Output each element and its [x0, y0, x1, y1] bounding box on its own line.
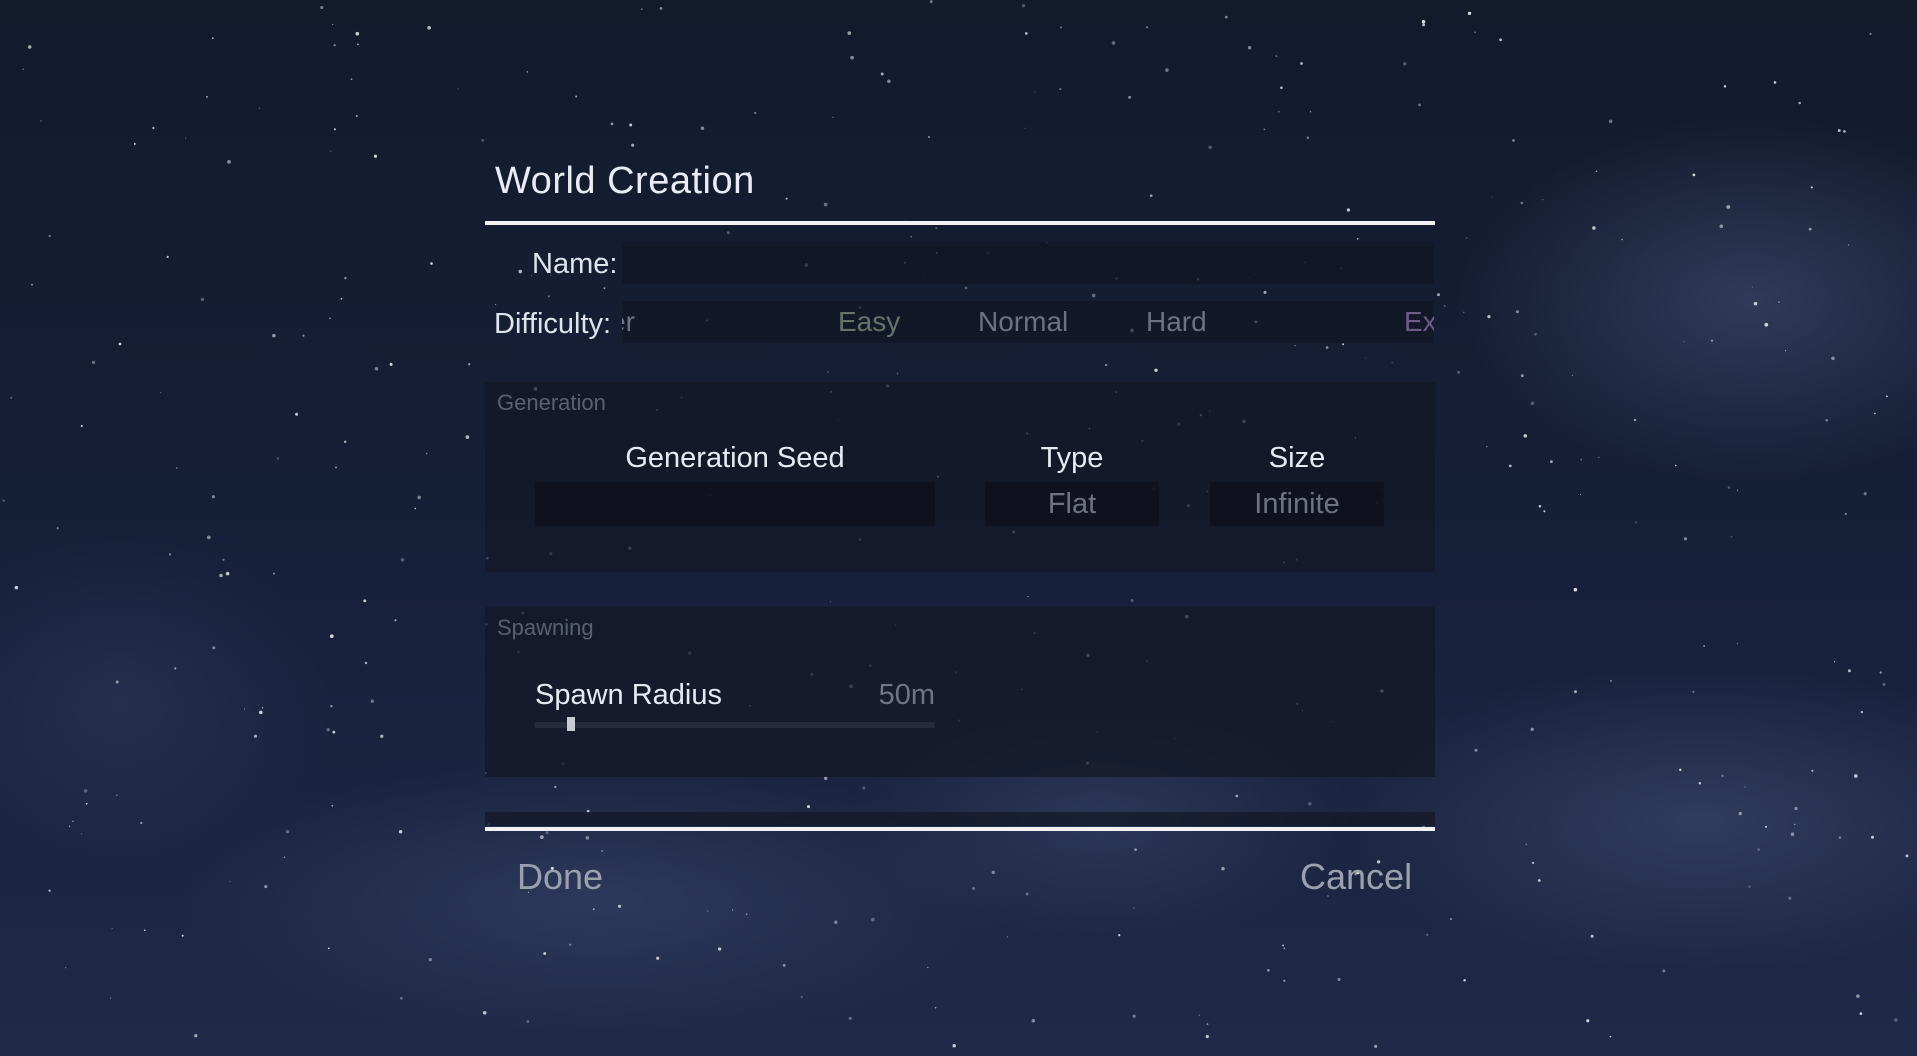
difficulty-selector[interactable]: er Easy Normal Hard Ex [622, 301, 1434, 343]
spawning-section: Spawning Spawn Radius 50m [485, 607, 1435, 777]
done-button[interactable]: Done [517, 856, 603, 898]
spawn-radius-value: 50m [878, 679, 935, 711]
size-label: Size [1268, 442, 1326, 474]
world-creation-dialog: World Creation Name: Difficulty: er Easy… [0, 0, 1917, 1056]
spawn-radius-label: Spawn Radius [535, 679, 722, 711]
generation-seed-label: Generation Seed [625, 442, 845, 474]
difficulty-option-peaceful[interactable]: er [622, 306, 635, 338]
difficulty-option-hard[interactable]: Hard [1146, 306, 1207, 338]
size-selector[interactable]: Infinite [1210, 482, 1384, 526]
spawn-radius-slider[interactable] [535, 717, 935, 731]
type-selector[interactable]: Flat [985, 482, 1159, 526]
type-label: Type [1040, 442, 1104, 474]
next-section-edge [485, 812, 1435, 826]
cancel-button[interactable]: Cancel [1300, 856, 1412, 898]
title-divider [485, 221, 1435, 225]
spawning-section-title: Spawning [497, 615, 594, 640]
difficulty-option-easy[interactable]: Easy [838, 306, 900, 338]
name-label: Name: [532, 248, 618, 280]
footer-divider [485, 827, 1435, 831]
difficulty-label: Difficulty: [494, 308, 612, 340]
generation-section: Generation Generation Seed Type Size Fla… [485, 382, 1435, 572]
difficulty-option-normal[interactable]: Normal [978, 306, 1068, 338]
spawn-radius-slider-thumb[interactable] [567, 717, 575, 731]
name-input[interactable] [622, 242, 1434, 284]
difficulty-option-extreme[interactable]: Ex [1404, 306, 1434, 338]
dialog-title: World Creation [495, 160, 755, 202]
generation-seed-input[interactable] [535, 482, 935, 526]
generation-section-title: Generation [497, 390, 606, 415]
